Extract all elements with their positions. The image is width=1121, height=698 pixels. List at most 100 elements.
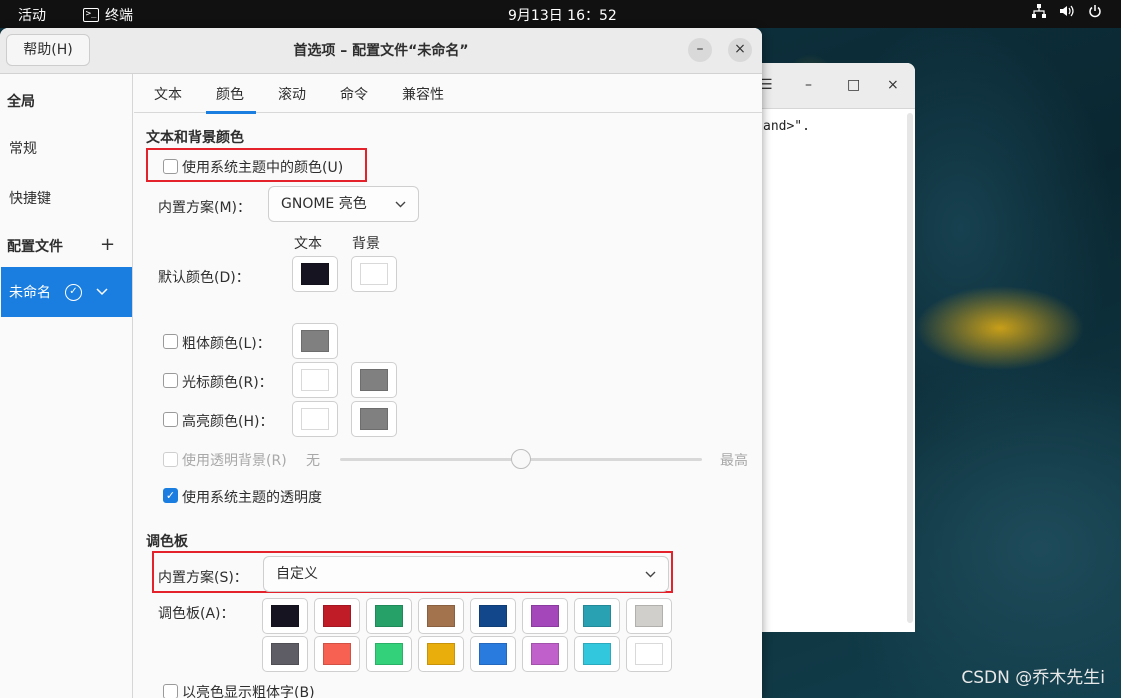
sidebar-item-general[interactable]: 常规 [9, 138, 141, 158]
terminal-output: and>". [763, 119, 810, 134]
app-name: 终端 [105, 8, 133, 24]
palette-scheme-label: 内置方案(S)： [158, 570, 248, 586]
use-system-colors-label: 使用系统主题中的颜色(U) [182, 160, 344, 176]
use-system-colors-checkbox[interactable] [163, 159, 178, 174]
highlight-color-label: 高亮颜色(H)： [182, 414, 274, 430]
transparent-bg-label: 使用透明背景(R) [182, 453, 287, 469]
color-fill [635, 643, 663, 665]
tab-compatibility[interactable]: 兼容性 [402, 84, 444, 104]
colors-panel: 文本和背景颜色 使用系统主题中的颜色(U) 内置方案(M)： GNOME 亮色 … [134, 113, 762, 698]
palette-color-button[interactable] [626, 598, 672, 634]
palette-color-button[interactable] [366, 598, 412, 634]
chevron-down-icon [395, 187, 406, 221]
bold-bright-checkbox[interactable] [163, 684, 178, 698]
highlight-text-color-button[interactable] [292, 401, 338, 437]
color-fill [531, 605, 559, 627]
minimize-button[interactable]: – [688, 38, 712, 62]
sidebar-heading-profiles: 配置文件 [7, 239, 63, 255]
palette-color-button[interactable] [626, 636, 672, 672]
palette-color-button[interactable] [470, 636, 516, 672]
close-icon[interactable]: × [887, 77, 899, 93]
sidebar-heading-global: 全局 [7, 94, 35, 110]
dialog-header[interactable]: 帮助(H) 首选项 – 配置文件“未命名” – × [0, 28, 762, 74]
default-check-icon: ✓ [65, 283, 82, 301]
tab-colors[interactable]: 颜色 [206, 84, 256, 114]
transparent-bg-checkbox[interactable] [163, 452, 178, 467]
column-header-text: 文本 [294, 236, 322, 252]
color-fill [479, 605, 507, 627]
bold-color-checkbox[interactable] [163, 334, 178, 349]
tab-text[interactable]: 文本 [154, 84, 182, 104]
sidebar-item-shortcuts[interactable]: 快捷键 [9, 188, 141, 208]
color-fill [360, 263, 388, 285]
color-fill [323, 643, 351, 665]
clock[interactable]: 9月13日 16：52 [508, 5, 617, 25]
cursor-text-color-button[interactable] [292, 362, 338, 398]
palette-color-button[interactable] [314, 636, 360, 672]
palette-color-button[interactable] [574, 636, 620, 672]
color-fill [301, 263, 329, 285]
tab-scrolling[interactable]: 滚动 [278, 84, 306, 104]
chevron-down-icon [645, 557, 656, 591]
terminal-scrollbar[interactable] [907, 113, 913, 623]
palette-label: 调色板(A)： [158, 606, 235, 622]
bold-color-button[interactable] [292, 323, 338, 359]
use-system-transparency-checkbox[interactable]: ✓ [163, 488, 178, 503]
maximize-icon[interactable]: □ [847, 77, 860, 93]
cursor-bg-color-button[interactable] [351, 362, 397, 398]
palette-color-button[interactable] [262, 598, 308, 634]
tab-command[interactable]: 命令 [340, 84, 368, 104]
builtin-scheme-dropdown[interactable]: GNOME 亮色 [268, 186, 419, 222]
slider-max-label: 最高 [720, 453, 748, 469]
color-fill [301, 408, 329, 430]
color-fill [323, 605, 351, 627]
palette-color-button[interactable] [418, 598, 464, 634]
palette-color-button[interactable] [262, 636, 308, 672]
power-icon[interactable] [1087, 4, 1103, 22]
cursor-color-checkbox[interactable] [163, 373, 178, 388]
color-fill [531, 643, 559, 665]
volume-icon[interactable] [1059, 4, 1075, 22]
builtin-scheme-label: 内置方案(M)： [158, 200, 252, 216]
bold-bright-label: 以亮色显示粗体字(B) [182, 685, 315, 698]
palette-color-button[interactable] [418, 636, 464, 672]
color-fill [360, 408, 388, 430]
minimize-icon[interactable]: – [805, 77, 812, 93]
palette-color-button[interactable] [522, 636, 568, 672]
top-bar: 活动 >_ 终端 9月13日 16：52 [0, 0, 1121, 28]
palette-color-button[interactable] [574, 598, 620, 634]
default-text-color-button[interactable] [292, 256, 338, 292]
color-fill [479, 643, 507, 665]
activities-button[interactable]: 活动 [18, 5, 46, 25]
palette-scheme-value: 自定义 [276, 566, 318, 582]
terminal-window[interactable]: ☰ – □ × and>". [745, 63, 915, 632]
app-menu[interactable]: >_ 终端 [83, 5, 133, 25]
color-fill [301, 330, 329, 352]
add-profile-icon[interactable]: + [100, 234, 115, 255]
chevron-down-icon[interactable] [96, 284, 108, 300]
transparency-slider-handle[interactable] [511, 449, 531, 469]
highlight-color-checkbox[interactable] [163, 412, 178, 427]
default-bg-color-button[interactable] [351, 256, 397, 292]
color-fill [375, 605, 403, 627]
color-fill [375, 643, 403, 665]
system-tray[interactable] [1031, 4, 1103, 22]
palette-color-button[interactable] [366, 636, 412, 672]
palette-scheme-dropdown[interactable]: 自定义 [263, 556, 669, 592]
highlight-bg-color-button[interactable] [351, 401, 397, 437]
sidebar-item-profile[interactable]: 未命名 ✓ [1, 267, 132, 317]
network-icon[interactable] [1031, 4, 1047, 22]
palette-color-button[interactable] [314, 598, 360, 634]
cursor-color-label: 光标颜色(R)： [182, 375, 273, 391]
watermark: CSDN @乔木先生i [961, 668, 1105, 688]
palette-color-button[interactable] [470, 598, 516, 634]
preferences-dialog: 帮助(H) 首选项 – 配置文件“未命名” – × 全局 常规 快捷键 配置文件… [0, 28, 762, 698]
close-button[interactable]: × [728, 38, 752, 62]
color-fill [583, 605, 611, 627]
dialog-title: 首选项 – 配置文件“未命名” [293, 43, 469, 59]
default-color-label: 默认颜色(D)： [158, 270, 250, 286]
terminal-titlebar[interactable]: ☰ – □ × [745, 63, 915, 109]
color-fill [583, 643, 611, 665]
builtin-scheme-value: GNOME 亮色 [281, 196, 367, 212]
palette-color-button[interactable] [522, 598, 568, 634]
